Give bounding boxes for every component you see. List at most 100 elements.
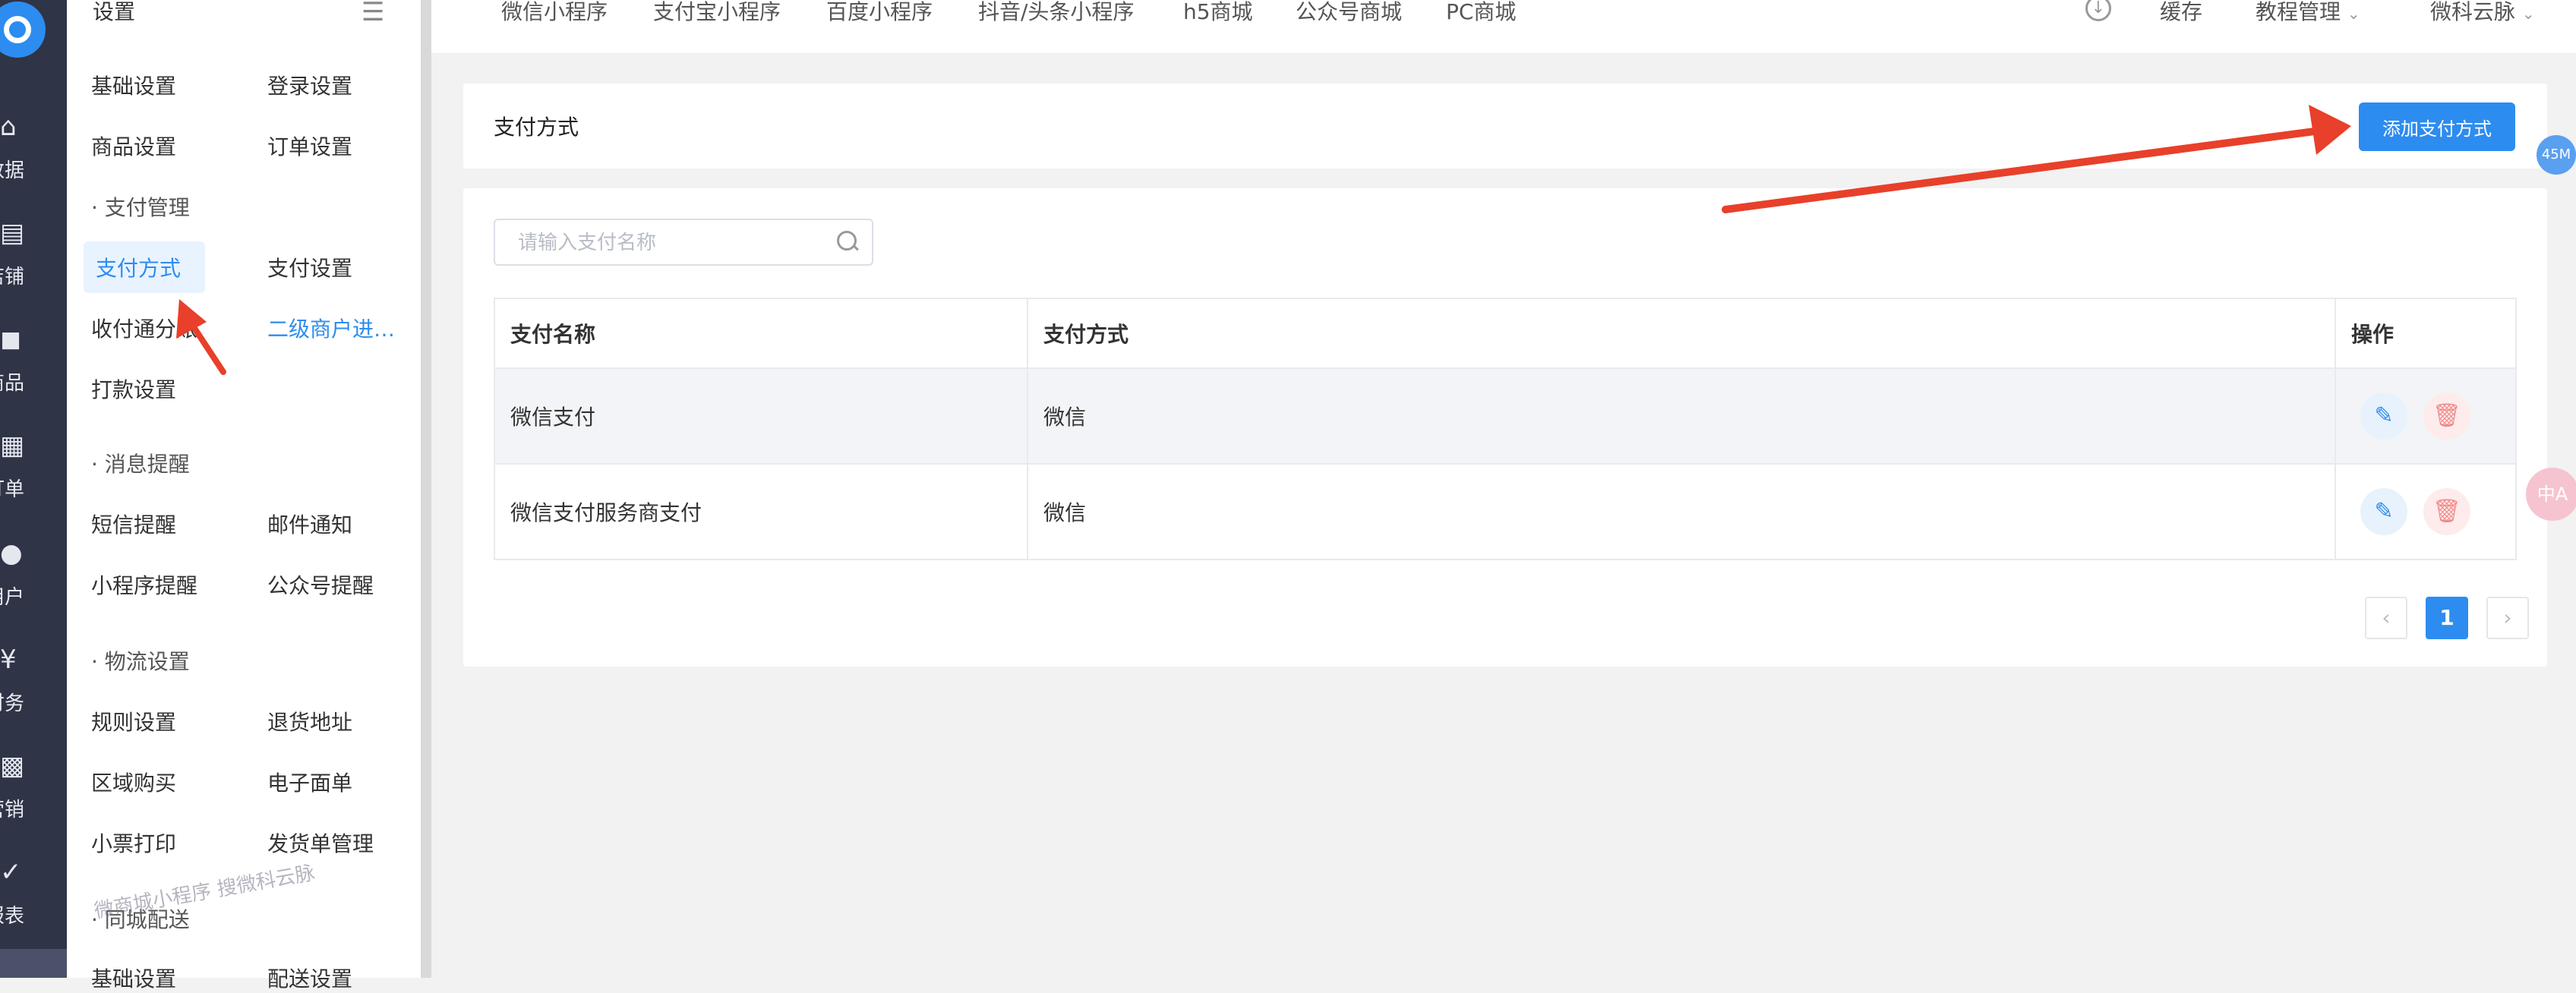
cell-pay-name: 微信支付 — [494, 367, 1028, 465]
page-header-card: 支付方式 — [463, 84, 2547, 169]
page-title: 支付方式 — [494, 115, 579, 140]
collapse-menu-icon[interactable]: ☰ — [361, 0, 384, 27]
sidebar-item-login[interactable]: 登录设置 — [267, 70, 352, 100]
bag-icon: ◼ — [0, 324, 22, 355]
cache-button[interactable]: 缓存 — [2160, 0, 2202, 26]
sidebar-item-payout[interactable]: 打款设置 — [91, 374, 176, 404]
sidebar-item-sub-merchant[interactable]: 二级商户进… — [267, 313, 395, 343]
rail-label: 店铺 — [0, 266, 25, 288]
sidebar-title: 设置 — [93, 0, 136, 24]
table-row: 微信支付 微信 ✎ 🗑 — [494, 367, 2517, 465]
tab-douyin-mini[interactable]: 抖音/头条小程序 — [978, 0, 1134, 26]
sidebar-item-city-basic[interactable]: 基础设置 — [91, 963, 176, 993]
search-icon[interactable] — [837, 231, 857, 251]
tab-alipay-mini[interactable]: 支付宝小程序 — [653, 0, 781, 26]
cell-pay-method: 微信 — [1027, 463, 2336, 560]
rail-label: 用户 — [0, 586, 25, 609]
rail-item-order[interactable]: ▦ 订单 — [0, 433, 67, 524]
column-header-actions: 操作 — [2334, 298, 2517, 369]
sidebar-item-pay-setting[interactable]: 支付设置 — [267, 252, 352, 282]
sidebar-item-pay-method[interactable]: 支付方式 — [84, 241, 205, 293]
chevron-down-icon: ⌄ — [2521, 5, 2535, 23]
tab-pc-mall[interactable]: PC商城 — [1446, 0, 1516, 26]
column-header-name: 支付名称 — [494, 298, 1028, 369]
user-icon: ● — [0, 538, 23, 569]
table-header-row: 支付名称 支付方式 操作 — [494, 298, 2517, 369]
rail-label: 订单 — [0, 478, 25, 501]
settings-sidebar: 设置 ☰ 基础设置 登录设置 商品设置 订单设置 · 支付管理 支付方式 支付设… — [67, 0, 421, 991]
memory-usage-badge[interactable]: 45M — [2537, 135, 2576, 175]
pagination-page-1[interactable]: 1 — [2426, 597, 2468, 639]
sidebar-item-rule[interactable]: 规则设置 — [91, 706, 176, 736]
rail-item-finance[interactable]: ¥ 财务 — [0, 647, 67, 738]
pagination-next-button[interactable]: › — [2486, 597, 2529, 639]
chevron-down-icon: ⌄ — [2347, 5, 2360, 23]
pagination-prev-button[interactable]: ‹ — [2365, 597, 2407, 639]
rail-item-report[interactable]: ✓ 报表 — [0, 859, 67, 950]
cell-actions: ✎ 🗑 — [2334, 367, 2517, 465]
watermark: 微商城小程序 搜微科云脉 — [92, 862, 317, 923]
sidebar-group-pay: · 支付管理 — [91, 195, 190, 220]
tab-baidu-mini[interactable]: 百度小程序 — [826, 0, 933, 26]
rail-item-data[interactable]: ⌂ 数据 — [0, 114, 67, 205]
add-payment-method-button[interactable]: 添加支付方式 — [2359, 102, 2515, 151]
report-icon: ✓ — [0, 857, 22, 887]
sidebar-group-message: · 消息提醒 — [91, 452, 190, 477]
tab-h5-mall[interactable]: h5商城 — [1183, 0, 1253, 26]
rail-item-user[interactable]: ● 用户 — [0, 541, 67, 632]
home-icon: ⌂ — [0, 112, 17, 142]
rail-label: 营销 — [0, 799, 25, 821]
sidebar-item-mail[interactable]: 邮件通知 — [267, 509, 352, 539]
top-header: 微信小程序 支付宝小程序 百度小程序 抖音/头条小程序 h5商城 公众号商城 P… — [431, 0, 2576, 54]
delete-trash-icon[interactable]: 🗑 — [2423, 392, 2470, 440]
rail-item-store[interactable]: ▤ 店铺 — [0, 220, 67, 311]
rail-item-goods[interactable]: ◼ 商品 — [0, 326, 67, 418]
order-icon: ▦ — [0, 430, 25, 461]
sidebar-item-ship-manage[interactable]: 发货单管理 — [267, 827, 374, 858]
sidebar-group-logistics: · 物流设置 — [91, 649, 190, 674]
cell-pay-name: 微信支付服务商支付 — [494, 463, 1028, 560]
account-menu-label: 微科云脉 — [2430, 0, 2516, 24]
sidebar-item-split[interactable]: 收付通分账 — [91, 313, 197, 343]
sidebar-item-region[interactable]: 区域购买 — [91, 767, 176, 797]
translate-icon[interactable]: 中A — [2526, 468, 2576, 521]
sidebar-item-mini-notice[interactable]: 小程序提醒 — [91, 569, 197, 600]
sidebar-item-order[interactable]: 订单设置 — [267, 131, 352, 161]
delete-trash-icon[interactable]: 🗑 — [2423, 488, 2470, 535]
search-input[interactable] — [516, 228, 823, 258]
tutorial-menu-label: 教程管理 — [2256, 0, 2341, 24]
tab-mp-mall[interactable]: 公众号商城 — [1296, 0, 1402, 26]
cell-actions: ✎ 🗑 — [2334, 463, 2517, 560]
cell-pay-method: 微信 — [1027, 367, 2336, 465]
sidebar-item-e-sheet[interactable]: 电子面单 — [267, 767, 352, 797]
search-box — [494, 219, 873, 266]
account-menu[interactable]: 微科云脉 ⌄ — [2430, 0, 2535, 26]
sidebar-item-basic[interactable]: 基础设置 — [91, 70, 176, 100]
table-row: 微信支付服务商支付 微信 ✎ 🗑 — [494, 463, 2517, 560]
tab-wechat-mini[interactable]: 微信小程序 — [501, 0, 608, 26]
column-header-method: 支付方式 — [1027, 298, 2336, 369]
rail-active-indicator — [0, 949, 67, 978]
sidebar-item-city-delivery[interactable]: 配送设置 — [267, 963, 352, 993]
rail-item-marketing[interactable]: ▩ 营销 — [0, 753, 67, 844]
sidebar-divider[interactable] — [421, 0, 431, 978]
download-icon[interactable]: ↓ — [2085, 0, 2111, 21]
rail-label: 财务 — [0, 692, 25, 715]
sidebar-item-return-address[interactable]: 退货地址 — [267, 706, 352, 736]
rail-label: 报表 — [0, 905, 25, 928]
edit-pencil-icon[interactable]: ✎ — [2360, 392, 2407, 440]
sidebar-item-sms[interactable]: 短信提醒 — [91, 509, 176, 539]
finance-icon: ¥ — [0, 645, 17, 675]
sidebar-item-ticket[interactable]: 小票打印 — [91, 827, 176, 858]
marketing-icon: ▩ — [0, 751, 25, 781]
rail-label: 数据 — [0, 159, 25, 182]
app-logo[interactable] — [0, 2, 46, 58]
store-icon: ▤ — [0, 218, 25, 248]
rail-label: 商品 — [0, 372, 25, 395]
tutorial-menu[interactable]: 教程管理 ⌄ — [2256, 0, 2360, 26]
edit-pencil-icon[interactable]: ✎ — [2360, 488, 2407, 535]
main-nav-rail: ⌂ 数据 ▤ 店铺 ◼ 商品 ▦ 订单 ● 用户 ¥ 财务 ▩ 营销 ✓ 报表 — [0, 0, 67, 978]
sidebar-item-mp-notice[interactable]: 公众号提醒 — [267, 569, 374, 600]
sidebar-item-goods[interactable]: 商品设置 — [91, 131, 176, 161]
payment-table: 支付名称 支付方式 操作 微信支付 微信 ✎ 🗑 微信支付服务商支付 微信 ✎ … — [494, 298, 2517, 560]
